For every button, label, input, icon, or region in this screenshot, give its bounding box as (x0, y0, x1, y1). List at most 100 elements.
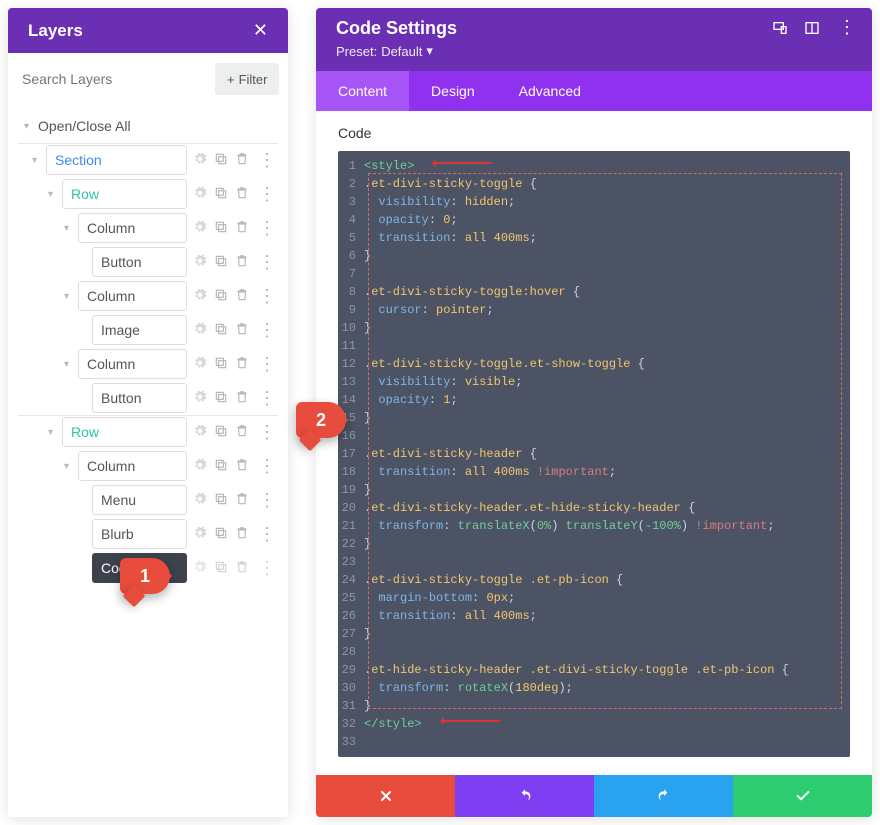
trash-icon[interactable] (235, 390, 249, 407)
gear-icon[interactable] (193, 424, 207, 441)
undo-button[interactable] (455, 775, 594, 817)
layer-label: Menu (92, 485, 187, 515)
trash-icon[interactable] (235, 288, 249, 305)
trash-icon[interactable] (235, 322, 249, 339)
search-layers-input[interactable] (18, 63, 207, 95)
more-icon[interactable]: ⋮ (256, 255, 278, 269)
columns-icon[interactable] (804, 20, 820, 36)
code-line: 25 margin-bottom: 0px; (338, 589, 850, 607)
trash-icon[interactable] (235, 254, 249, 271)
responsive-icon[interactable] (772, 20, 788, 36)
duplicate-icon[interactable] (214, 492, 228, 509)
more-icon[interactable]: ⋮ (256, 459, 278, 473)
layer-row-column[interactable]: ▾Column⋮ (18, 279, 278, 313)
close-icon[interactable]: ✕ (253, 20, 268, 41)
gear-icon[interactable] (193, 560, 207, 577)
layer-row-blurb[interactable]: Blurb⋮ (18, 517, 278, 551)
more-icon[interactable]: ⋮ (256, 493, 278, 507)
footer-buttons (316, 775, 872, 817)
duplicate-icon[interactable] (214, 220, 228, 237)
duplicate-icon[interactable] (214, 288, 228, 305)
gear-icon[interactable] (193, 526, 207, 543)
trash-icon[interactable] (235, 560, 249, 577)
cancel-button[interactable] (316, 775, 455, 817)
more-icon[interactable]: ⋮ (256, 153, 278, 167)
layer-row-button[interactable]: Button⋮ (18, 245, 278, 279)
trash-icon[interactable] (235, 220, 249, 237)
more-icon[interactable]: ⋮ (256, 425, 278, 439)
gear-icon[interactable] (193, 322, 207, 339)
caret-icon[interactable]: ▾ (64, 291, 74, 302)
code-line: 14 opacity: 1; (338, 391, 850, 409)
trash-icon[interactable] (235, 152, 249, 169)
layer-row-menu[interactable]: Menu ⋮ (18, 483, 278, 517)
gear-icon[interactable] (193, 356, 207, 373)
trash-icon[interactable] (235, 492, 249, 509)
annotation-badge-2: 2 (296, 402, 346, 438)
duplicate-icon[interactable] (214, 254, 228, 271)
more-icon[interactable]: ⋮ (256, 221, 278, 235)
duplicate-icon[interactable] (214, 152, 228, 169)
save-button[interactable] (733, 775, 872, 817)
more-icon[interactable]: ⋮ (256, 357, 278, 371)
caret-icon[interactable]: ▾ (48, 189, 58, 200)
duplicate-icon[interactable] (214, 458, 228, 475)
layer-row-row[interactable]: ▾Row⋮ (18, 177, 278, 211)
trash-icon[interactable] (235, 458, 249, 475)
preset-line[interactable]: Preset: Default ▾ (336, 43, 852, 59)
annotation-badge-1: 1 (120, 558, 170, 594)
tab-advanced[interactable]: Advanced (497, 71, 603, 111)
gear-icon[interactable] (193, 254, 207, 271)
duplicate-icon[interactable] (214, 390, 228, 407)
layer-row-column[interactable]: ▾ Column ⋮ (18, 347, 278, 381)
caret-icon[interactable]: ▾ (64, 461, 74, 472)
preset-value: Default (381, 44, 422, 59)
caret-icon[interactable]: ▾ (64, 359, 74, 370)
code-line: 32</style> (338, 715, 850, 733)
trash-icon[interactable] (235, 186, 249, 203)
caret-icon[interactable]: ▾ (64, 223, 74, 234)
annotation-arrow-top (436, 162, 492, 164)
trash-icon[interactable] (235, 526, 249, 543)
gear-icon[interactable] (193, 492, 207, 509)
gear-icon[interactable] (193, 186, 207, 203)
duplicate-icon[interactable] (214, 322, 228, 339)
duplicate-icon[interactable] (214, 186, 228, 203)
code-editor[interactable]: 1<style>2.et-divi-sticky-toggle {3 visib… (338, 151, 850, 757)
layer-row-image[interactable]: Image⋮ (18, 313, 278, 347)
layer-row-column[interactable]: ▾Column⋮ (18, 211, 278, 245)
more-icon[interactable]: ⋮ (256, 323, 278, 337)
more-icon[interactable]: ⋮ (836, 20, 858, 36)
more-icon[interactable]: ⋮ (256, 391, 278, 405)
more-icon[interactable]: ⋮ (256, 289, 278, 303)
layer-row-row[interactable]: ▾Row⋮ (18, 415, 278, 449)
code-line: 1<style> (338, 157, 850, 175)
caret-icon: ▾ (24, 121, 34, 132)
redo-button[interactable] (594, 775, 733, 817)
trash-icon[interactable] (235, 424, 249, 441)
more-icon[interactable]: ⋮ (256, 187, 278, 201)
layer-row-column[interactable]: ▾Column⋮ (18, 449, 278, 483)
gear-icon[interactable] (193, 152, 207, 169)
more-icon[interactable]: ⋮ (256, 561, 278, 575)
caret-icon[interactable]: ▾ (32, 155, 42, 166)
duplicate-icon[interactable] (214, 356, 228, 373)
code-line: 4 opacity: 0; (338, 211, 850, 229)
trash-icon[interactable] (235, 356, 249, 373)
layer-row-button[interactable]: Button⋮ (18, 381, 278, 415)
filter-button[interactable]: +Filter (215, 63, 279, 95)
layer-label: Column (78, 349, 187, 379)
gear-icon[interactable] (193, 458, 207, 475)
tab-design[interactable]: Design (409, 71, 497, 111)
caret-icon[interactable]: ▾ (48, 427, 58, 438)
more-icon[interactable]: ⋮ (256, 527, 278, 541)
tab-content[interactable]: Content (316, 71, 409, 111)
gear-icon[interactable] (193, 390, 207, 407)
duplicate-icon[interactable] (214, 424, 228, 441)
open-close-all[interactable]: ▾Open/Close All (18, 109, 278, 143)
gear-icon[interactable] (193, 288, 207, 305)
duplicate-icon[interactable] (214, 526, 228, 543)
layer-row-section[interactable]: ▾Section⋮ (18, 143, 278, 177)
gear-icon[interactable] (193, 220, 207, 237)
duplicate-icon[interactable] (214, 560, 228, 577)
